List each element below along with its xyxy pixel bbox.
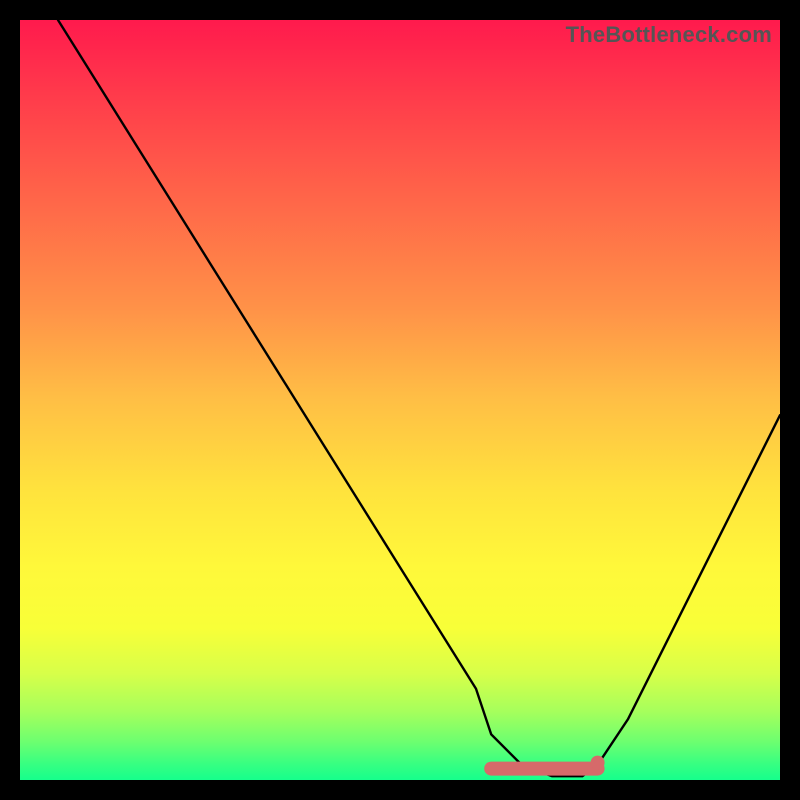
bottleneck-curve [58,20,780,776]
chart-svg [20,20,780,780]
chart-frame: TheBottleneck.com [10,10,790,790]
chart-plot-area: TheBottleneck.com [20,20,780,780]
highlight-dot [591,756,605,770]
watermark-text: TheBottleneck.com [566,22,772,48]
